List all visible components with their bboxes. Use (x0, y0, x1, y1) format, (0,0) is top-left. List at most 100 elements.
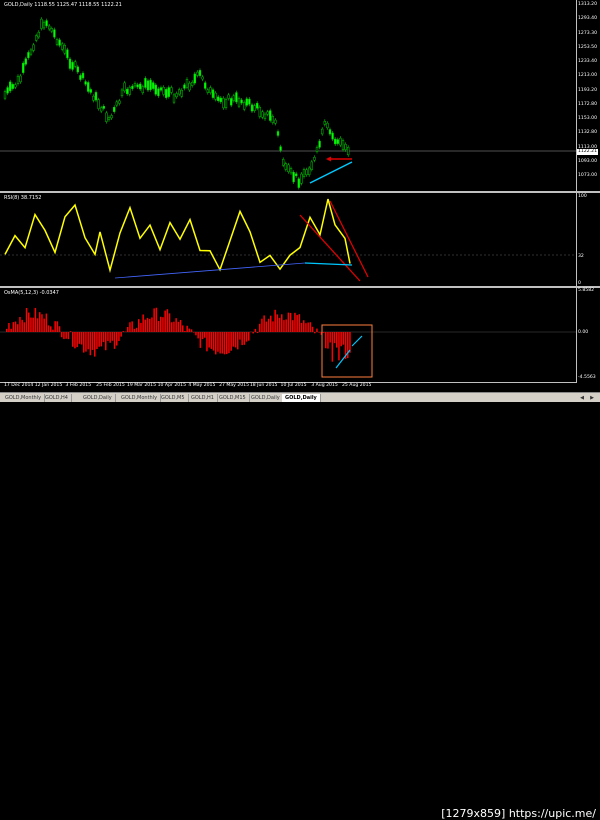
candle-body (121, 90, 123, 96)
osma-bar (138, 319, 140, 332)
osma-bar (92, 332, 94, 350)
chart-tab[interactable]: GOLD,Daily (248, 394, 284, 402)
footer-strip: [1279x859] https://upic.me/ (0, 402, 600, 422)
candle-body (241, 100, 243, 103)
candle-body (147, 81, 149, 90)
osma-bar (61, 332, 63, 337)
candle-body (38, 32, 40, 37)
candle-body (324, 121, 326, 124)
osma-bar (303, 320, 305, 332)
osma-bar (50, 326, 52, 332)
candle-body (290, 168, 292, 172)
chart-tab[interactable]: GOLD,M15 (216, 394, 250, 402)
osma-bar (219, 332, 221, 353)
chart-tab[interactable]: GOLD,Daily (80, 394, 116, 402)
osma-bar (296, 315, 298, 332)
candle-body (51, 28, 53, 31)
candle-body (124, 83, 126, 91)
osma-bar (325, 332, 327, 348)
candle-body (173, 95, 175, 102)
candle-body (332, 133, 334, 139)
osma-bar (228, 332, 230, 353)
rsi-chart[interactable] (0, 193, 577, 286)
osma-bar (200, 332, 202, 348)
price-tick: 1213.00 (578, 73, 597, 79)
chart-tab[interactable]: GOLD,Monthly (118, 394, 161, 402)
candle-body (316, 147, 318, 151)
candle-body (74, 62, 76, 67)
candle-body (106, 113, 108, 122)
candle-body (59, 40, 61, 46)
osma-bar (39, 312, 41, 332)
price-pane[interactable]: GOLD,Daily 1118.55 1125.47 1118.55 1122.… (0, 0, 577, 191)
candle-body (142, 87, 144, 93)
candle-body (298, 179, 300, 188)
candle-body (28, 52, 30, 57)
osma-bar (195, 332, 197, 335)
osma-bar (19, 317, 21, 332)
osma-bar (114, 332, 116, 349)
candle-body (319, 141, 321, 147)
osma-bar (28, 313, 30, 332)
price-chart[interactable] (0, 0, 577, 191)
candle-body (9, 82, 11, 91)
candle-body (20, 76, 22, 82)
osma-bar (145, 320, 147, 332)
candle-body (334, 139, 336, 144)
osma-bar (281, 314, 283, 332)
chart-tab[interactable]: GOLD,M5 (158, 394, 189, 402)
osma-bar (35, 308, 37, 332)
osma-bar (136, 328, 138, 332)
rsi-red-trend-2 (330, 201, 368, 277)
candle-body (288, 165, 290, 172)
osma-bar (169, 313, 171, 332)
chart-tab[interactable]: GOLD,H1 (188, 394, 218, 402)
chart-tab[interactable]: GOLD,Monthly (2, 394, 45, 402)
candle-body (269, 111, 271, 121)
tab-scroll-right-icon[interactable]: ▶ (588, 394, 596, 402)
candle-body (85, 82, 87, 85)
candle-body (254, 106, 256, 111)
price-tick: 1293.40 (578, 16, 597, 22)
candle-body (41, 19, 43, 28)
osma-bar (164, 311, 166, 332)
candle-body (17, 76, 19, 83)
candle-body (285, 164, 287, 170)
candle-body (267, 112, 269, 114)
candle-body (46, 21, 48, 26)
osma-bar (246, 332, 248, 342)
candle-body (215, 93, 217, 99)
candle-body (277, 132, 279, 136)
candle-body (126, 89, 128, 94)
date-tick: 10 Jul 2015 (281, 383, 307, 389)
price-tick: 1153.00 (578, 116, 597, 122)
candle-body (145, 78, 147, 87)
chart-tab[interactable]: GOLD,H4 (42, 394, 72, 402)
osma-chart[interactable] (0, 288, 577, 382)
candle-body (238, 98, 240, 106)
osma-bar (131, 321, 133, 332)
candle-body (189, 83, 191, 90)
osma-bar (239, 332, 241, 340)
osma-bar (41, 314, 43, 332)
tab-scroll-left-icon[interactable]: ◀ (578, 394, 586, 402)
osma-bar (283, 320, 285, 332)
candle-body (236, 93, 238, 102)
osma-bar (65, 332, 67, 339)
osma-bar (26, 308, 28, 332)
osma-pane[interactable]: OsMA(5,12,3) -0.0347 (0, 288, 577, 382)
candle-body (303, 170, 305, 177)
osma-bar (37, 318, 39, 332)
candle-body (243, 102, 245, 109)
osma-bar (279, 318, 281, 332)
osma-bar (261, 319, 263, 332)
osma-bar (327, 332, 329, 349)
rsi-pane[interactable]: RSI(8) 38.7152 (0, 193, 577, 286)
osma-bar (160, 317, 162, 332)
candle-body (204, 83, 206, 89)
osma-tick-min: -4.5563 (578, 375, 596, 381)
date-tick: 4 May 2015 (188, 383, 215, 389)
chart-tab[interactable]: GOLD,Daily (282, 394, 321, 402)
candle-body (256, 103, 258, 108)
osma-bar (178, 322, 180, 332)
